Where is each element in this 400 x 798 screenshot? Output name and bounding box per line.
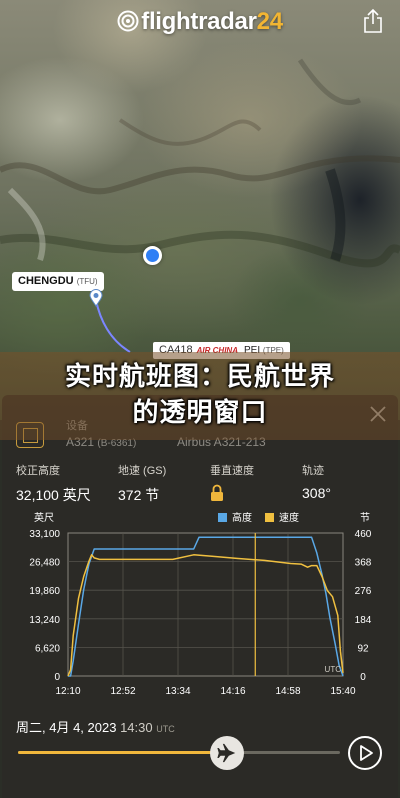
right-tick-label: 368: [355, 558, 372, 569]
left-axis-unit: 英尺: [34, 511, 54, 524]
right-tick-label: 0: [360, 672, 366, 683]
x-tick-label: 13:34: [165, 686, 190, 697]
left-tick-label: 6,620: [35, 643, 60, 654]
left-tick-label: 13,240: [29, 615, 60, 626]
x-tick-label: 14:58: [275, 686, 300, 697]
flight-stats: 校正高度 32,100 英尺 地速 (GS) 372 节 垂直速度 轨迹 308…: [2, 462, 398, 504]
stat-vertical-speed: 垂直速度: [210, 462, 254, 507]
x-tick-label: 12:10: [55, 686, 80, 697]
x-tick-label: 15:40: [330, 686, 355, 697]
legend-altitude-label: 高度: [232, 511, 252, 524]
origin-city-code: (TFU): [76, 277, 98, 286]
legend-altitude-swatch: [218, 513, 227, 522]
chart-frame: [67, 532, 344, 677]
time-text: 14:30: [120, 720, 153, 735]
stat-altitude: 校正高度 32,100 英尺: [16, 462, 91, 505]
stat-value: 308°: [302, 485, 331, 501]
x-tick-label: 12:52: [110, 686, 135, 697]
left-tick-label: 0: [54, 672, 60, 683]
title-banner: 实时航班图：民航世界 的透明窗口: [0, 352, 400, 440]
airplane-icon: [217, 743, 236, 763]
left-tick-label: 33,100: [29, 529, 60, 540]
stat-value: 372 节: [118, 487, 160, 503]
right-tick-label: 184: [355, 615, 372, 626]
play-button[interactable]: [348, 736, 382, 770]
origin-city-name: CHENGDU: [18, 275, 74, 287]
legend-speed-label: 速度: [279, 511, 299, 524]
location-pin-icon: [89, 289, 103, 307]
aircraft-position-marker[interactable]: [143, 246, 162, 265]
banner-title-line-1: 实时航班图：民航世界: [64, 362, 335, 392]
stat-label: 校正高度: [16, 465, 60, 477]
date-text: 周二, 4月 4, 2023: [16, 720, 117, 735]
flight-info-panel: 设备 A321 (B-6361) Airbus A321-213 校正高度 32…: [2, 395, 398, 798]
right-tick-label: 92: [357, 643, 369, 654]
banner-title-line-2: 的透明窗口: [132, 398, 268, 428]
stat-label: 地速 (GS): [118, 465, 167, 477]
playback-progress: [18, 751, 237, 754]
stat-ground-speed: 地速 (GS) 372 节: [118, 462, 166, 505]
stat-label: 轨迹: [302, 465, 324, 477]
playback-slider[interactable]: [18, 751, 340, 754]
speed-series-line: [67, 554, 344, 677]
utc-corner-label: UTC: [325, 665, 342, 674]
stat-value: 32,100 英尺: [16, 487, 91, 503]
right-axis-unit: 节: [360, 512, 370, 524]
left-tick-label: 26,480: [29, 558, 60, 569]
right-tick-label: 460: [355, 529, 372, 540]
play-icon: [360, 745, 373, 761]
right-tick-label: 276: [355, 586, 372, 597]
altitude-speed-chart[interactable]: 英尺 节 高度 速度 33,100 460 26,480 368 19,860 276 13…: [10, 509, 394, 704]
stat-track: 轨迹 308°: [302, 462, 331, 501]
x-tick-label: 14:16: [220, 686, 245, 697]
stat-label: 垂直速度: [210, 465, 254, 477]
chart-plot-area: 33,100 460 26,480 368 19,860 276 13,240 184 6,62…: [29, 529, 371, 697]
altitude-series-line: [68, 536, 344, 677]
left-tick-label: 19,860: [29, 586, 60, 597]
slider-thumb[interactable]: [210, 736, 244, 770]
lock-icon[interactable]: [210, 484, 224, 502]
flight-date: 周二, 4月 4, 2023 14:30 UTC: [16, 717, 175, 736]
timezone-text: UTC: [156, 724, 175, 734]
legend-speed-swatch: [265, 513, 274, 522]
